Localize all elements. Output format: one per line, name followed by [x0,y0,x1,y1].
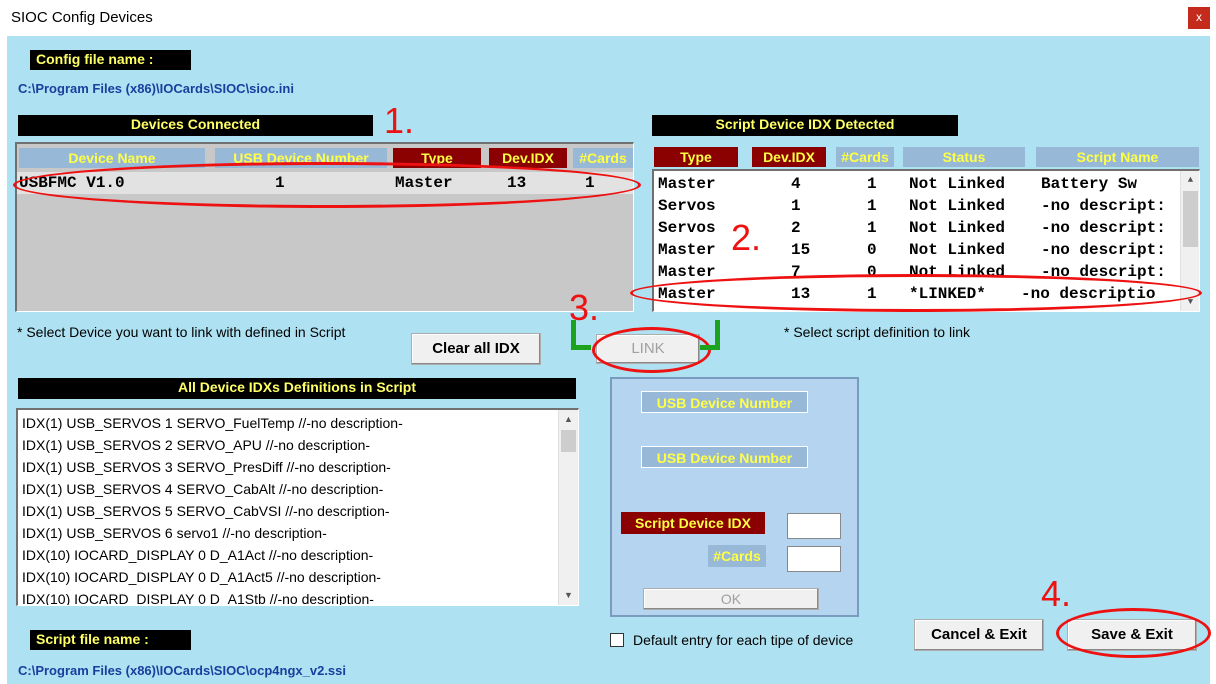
default-entry-checkbox[interactable] [610,633,624,647]
definitions-title: All Device IDXs Definitions in Script [18,378,576,399]
script-file-label: Script file name : [30,630,191,650]
list-item[interactable]: IDX(1) USB_SERVOS 2 SERVO_APU //-no desc… [22,434,370,456]
script-cards: 0 [867,241,877,259]
annotation-number-2: 2. [731,217,762,258]
annotation-number-1: 1. [384,100,415,141]
script-idx: 4 [791,175,801,193]
list-item[interactable]: IDX(1) USB_SERVOS 6 servo1 //-no descrip… [22,522,327,544]
window-title: SIOC Config Devices [11,9,153,26]
chevron-up-icon[interactable]: ▲ [559,410,578,428]
link-panel: USB Device Number USB Device Number Scri… [610,377,859,617]
script-cards: 1 [867,197,877,215]
scroll-thumb[interactable] [561,430,576,452]
select-device-hint: * Select Device you want to link with de… [17,324,346,340]
script-idx: 2 [791,219,801,237]
script-type: Servos [658,197,716,215]
annotation-number-4: 4. [1041,573,1072,614]
list-item[interactable]: IDX(10) IOCARD_DISPLAY 0 D_A1Act5 //-no … [22,566,381,588]
ok-button[interactable]: OK [643,588,819,610]
annotation-ellipse-1 [13,162,641,208]
list-item[interactable]: IDX(1) USB_SERVOS 4 SERVO_CabAlt //-no d… [22,478,383,500]
col-script-cards[interactable]: #Cards [836,147,894,167]
list-item[interactable]: Master 4 1 Not Linked Battery Sw [654,173,1180,195]
green-bracket-right-foot [700,345,720,350]
annotation-ellipse-2 [630,274,1202,312]
script-name: -no descript: [1041,219,1166,237]
script-type: Master [658,241,716,259]
green-bracket-left-foot [571,345,591,350]
cards-label: #Cards [708,545,766,567]
definitions-scrollbar[interactable]: ▲ ▼ [558,410,578,605]
annotation-ellipse-3 [592,327,711,373]
list-item[interactable]: Servos 1 1 Not Linked -no descript: [654,195,1180,217]
cancel-exit-button[interactable]: Cancel & Exit [914,619,1044,651]
list-item[interactable]: IDX(1) USB_SERVOS 3 SERVO_PresDiff //-no… [22,456,391,478]
title-bar: SIOC Config Devices x [0,0,1216,36]
col-script-name[interactable]: Script Name [1036,147,1199,167]
script-idx: 1 [791,197,801,215]
script-status: Not Linked [909,197,1006,215]
cards-field[interactable] [787,546,841,572]
usb-device-number-1: USB Device Number [641,391,808,413]
chevron-up-icon[interactable]: ▲ [1181,171,1199,189]
col-cards[interactable]: #Cards [573,148,633,168]
config-file-path: C:\Program Files (x86)\IOCards\SIOC\sioc… [18,81,294,96]
definitions-list[interactable]: IDX(1) USB_SERVOS 1 SERVO_FuelTemp //-no… [16,408,579,606]
usb-device-number-2: USB Device Number [641,446,808,468]
list-item[interactable]: IDX(1) USB_SERVOS 5 SERVO_CabVSI //-no d… [22,500,390,522]
col-script-idx[interactable]: Dev.IDX [752,147,826,167]
config-file-label: Config file name : [30,50,191,70]
script-idx-field[interactable] [787,513,841,539]
col-script-status[interactable]: Status [903,147,1025,167]
scroll-thumb[interactable] [1183,191,1198,247]
list-item[interactable]: IDX(10) IOCARD_DISPLAY 0 D_A1Act //-no d… [22,544,373,566]
list-item[interactable]: IDX(1) USB_SERVOS 1 SERVO_FuelTemp //-no… [22,412,403,434]
script-status: Not Linked [909,241,1006,259]
devices-connected-title: Devices Connected [18,115,373,136]
script-status: Not Linked [909,219,1006,237]
script-idx: 15 [791,241,811,259]
script-status: Not Linked [909,175,1006,193]
list-item[interactable]: IDX(10) IOCARD_DISPLAY 0 D_A1Stb //-no d… [22,588,374,605]
script-name: Battery Sw [1041,175,1138,193]
clear-all-idx-button[interactable]: Clear all IDX [411,333,541,365]
script-type: Servos [658,219,716,237]
script-cards: 1 [867,175,877,193]
script-file-path: C:\Program Files (x86)\IOCards\SIOC\ocp4… [18,663,347,678]
chevron-down-icon[interactable]: ▼ [559,586,578,604]
default-entry-label: Default entry for each tipe of device [633,632,854,648]
script-cards: 1 [867,219,877,237]
select-script-hint: * Select script definition to link [784,324,970,340]
script-detected-title: Script Device IDX Detected [652,115,958,136]
script-name: -no descript: [1041,241,1166,259]
sioc-config-window: SIOC Config Devices x Config file name :… [0,0,1216,684]
close-button[interactable]: x [1188,7,1210,29]
script-type: Master [658,175,716,193]
annotation-ellipse-4 [1056,608,1211,658]
script-name: -no descript: [1041,197,1166,215]
col-script-type[interactable]: Type [654,147,738,167]
script-device-idx-label: Script Device IDX [621,512,765,534]
